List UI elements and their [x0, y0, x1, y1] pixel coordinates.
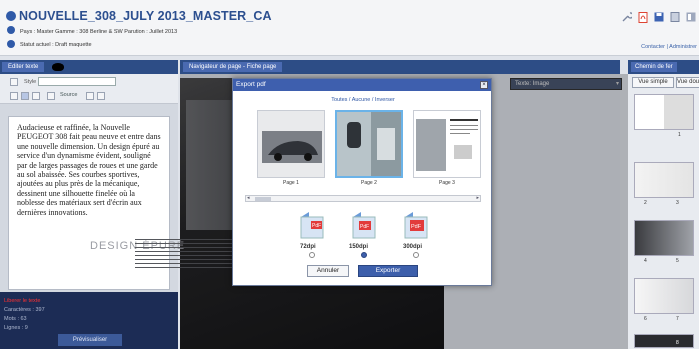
page-navigator-tabbar: Navigateur de page - Fiche page [180, 60, 620, 74]
page-thumb-number: 8 [676, 340, 679, 346]
source-button[interactable]: Source [60, 92, 77, 98]
thumbnail-scrollbar[interactable]: ◂ ▸ [245, 195, 481, 202]
layout-icon[interactable] [685, 11, 696, 23]
dpi-radio-72[interactable] [309, 252, 315, 258]
export-pdf-dialog: Export pdf × Toutes / Aucune / Inverser … [232, 78, 492, 286]
scrollbar-thumb[interactable] [255, 197, 271, 201]
stat-words: Mots : 63 [4, 316, 27, 322]
editor-toolbar: Style Source [0, 74, 178, 104]
document-status: Statut actuel : Draft maquette [20, 42, 92, 48]
dpi-label-72: 72dpi [300, 244, 316, 250]
cut-icon[interactable] [10, 92, 18, 100]
document-icon[interactable] [669, 11, 680, 23]
stat-lines: Lignes : 9 [4, 325, 28, 331]
app-header: NOUVELLE_308_JULY 2013_MASTER_CA Pays : … [0, 0, 699, 56]
header-toolbar [621, 11, 696, 23]
scroll-left-icon[interactable]: ◂ [247, 195, 250, 201]
style-select[interactable] [38, 77, 116, 86]
preview-button[interactable]: Prévisualiser [58, 334, 122, 346]
pdf-label: PdF [360, 224, 369, 230]
pdf-label: PdF [312, 223, 321, 229]
fish-icon[interactable] [52, 63, 65, 71]
scroll-right-icon[interactable]: ▸ [476, 195, 479, 201]
single-view-button[interactable]: Vue simple [632, 77, 674, 88]
close-icon[interactable]: × [480, 81, 488, 89]
info-icon[interactable] [7, 26, 15, 34]
select-all-none-invert-links[interactable]: Toutes / Aucune / Inverser [233, 97, 493, 103]
pdf-icon[interactable] [637, 11, 648, 23]
export-page-thumb[interactable] [335, 110, 403, 178]
page-thumb-number: 6 [644, 316, 647, 322]
export-page-label: Page 3 [439, 180, 455, 186]
stat-characters: Caractères : 397 [4, 307, 45, 313]
page-thumb-number: 1 [678, 132, 681, 138]
dpi-label-150: 150dpi [349, 244, 369, 250]
page-thumb[interactable] [634, 220, 694, 256]
unlink-icon[interactable] [97, 92, 105, 100]
source-icon[interactable] [47, 92, 55, 100]
document-meta: Pays : Master Gamme : 308 Berline & SW P… [20, 29, 178, 35]
dialog-header: Export pdf × [233, 79, 491, 91]
page-thumb[interactable] [634, 162, 694, 198]
page-strip-tabbar: Chemin de fer [628, 60, 699, 74]
link-icon[interactable] [86, 92, 94, 100]
pdf-150dpi-icon[interactable]: PdF [351, 211, 377, 239]
export-page-label: Page 2 [361, 180, 377, 186]
page-thumb[interactable] [634, 94, 694, 130]
double-view-button[interactable]: Vue double [676, 77, 699, 88]
export-page-thumb[interactable] [257, 110, 325, 178]
export-button[interactable]: Exporter [358, 265, 418, 277]
page-thumb[interactable] [634, 278, 694, 314]
text-editor-tabbar: Editer texte [0, 60, 178, 74]
page-strip-panel: Chemin de fer Vue simple Vue double 1 2 … [628, 60, 699, 349]
car-topview-icon [337, 112, 401, 176]
wrench-icon[interactable] [621, 11, 632, 23]
export-page-thumb[interactable] [413, 110, 481, 178]
tab-page-strip[interactable]: Chemin de fer [631, 62, 677, 72]
tab-edit-text[interactable]: Editer texte [2, 62, 45, 72]
pdf-300dpi-icon[interactable]: PdF [403, 211, 429, 239]
document-title: NOUVELLE_308_JULY 2013_MASTER_CA [19, 9, 272, 23]
header-links[interactable]: Contacter | Administrer [641, 44, 697, 50]
page-thumb-number: 5 [676, 258, 679, 264]
car-photo-icon [258, 111, 324, 177]
stat-line-1: Liberer le texte [4, 298, 41, 304]
dpi-radio-300[interactable] [413, 252, 419, 258]
page-layout-icon [414, 111, 480, 177]
pdf-72dpi-icon[interactable]: PdF [299, 211, 325, 239]
export-page-label: Page 1 [283, 180, 299, 186]
page-thumb-number: 2 [644, 200, 647, 206]
page-thumb-number: 4 [644, 258, 647, 264]
undo-icon[interactable] [10, 78, 18, 86]
app-logo-icon [6, 11, 16, 21]
dpi-radio-150[interactable] [361, 252, 367, 258]
page-thumb-number: 3 [676, 200, 679, 206]
page-thumb[interactable] [634, 334, 694, 348]
pdf-label: PdF [411, 224, 422, 230]
status-icon [7, 40, 15, 48]
app-window: NOUVELLE_308_JULY 2013_MASTER_CA Pays : … [0, 0, 699, 349]
tab-page-navigator[interactable]: Navigateur de page - Fiche page [183, 62, 283, 72]
save-icon[interactable] [653, 11, 664, 23]
style-label: Style [24, 79, 37, 85]
page-thumb-number: 7 [676, 316, 679, 322]
paste-icon[interactable] [32, 92, 40, 100]
dpi-label-300: 300dpi [403, 244, 423, 250]
copy-icon[interactable] [21, 92, 29, 100]
cancel-button[interactable]: Annuler [307, 265, 349, 277]
dialog-title: Export pdf [236, 81, 266, 88]
